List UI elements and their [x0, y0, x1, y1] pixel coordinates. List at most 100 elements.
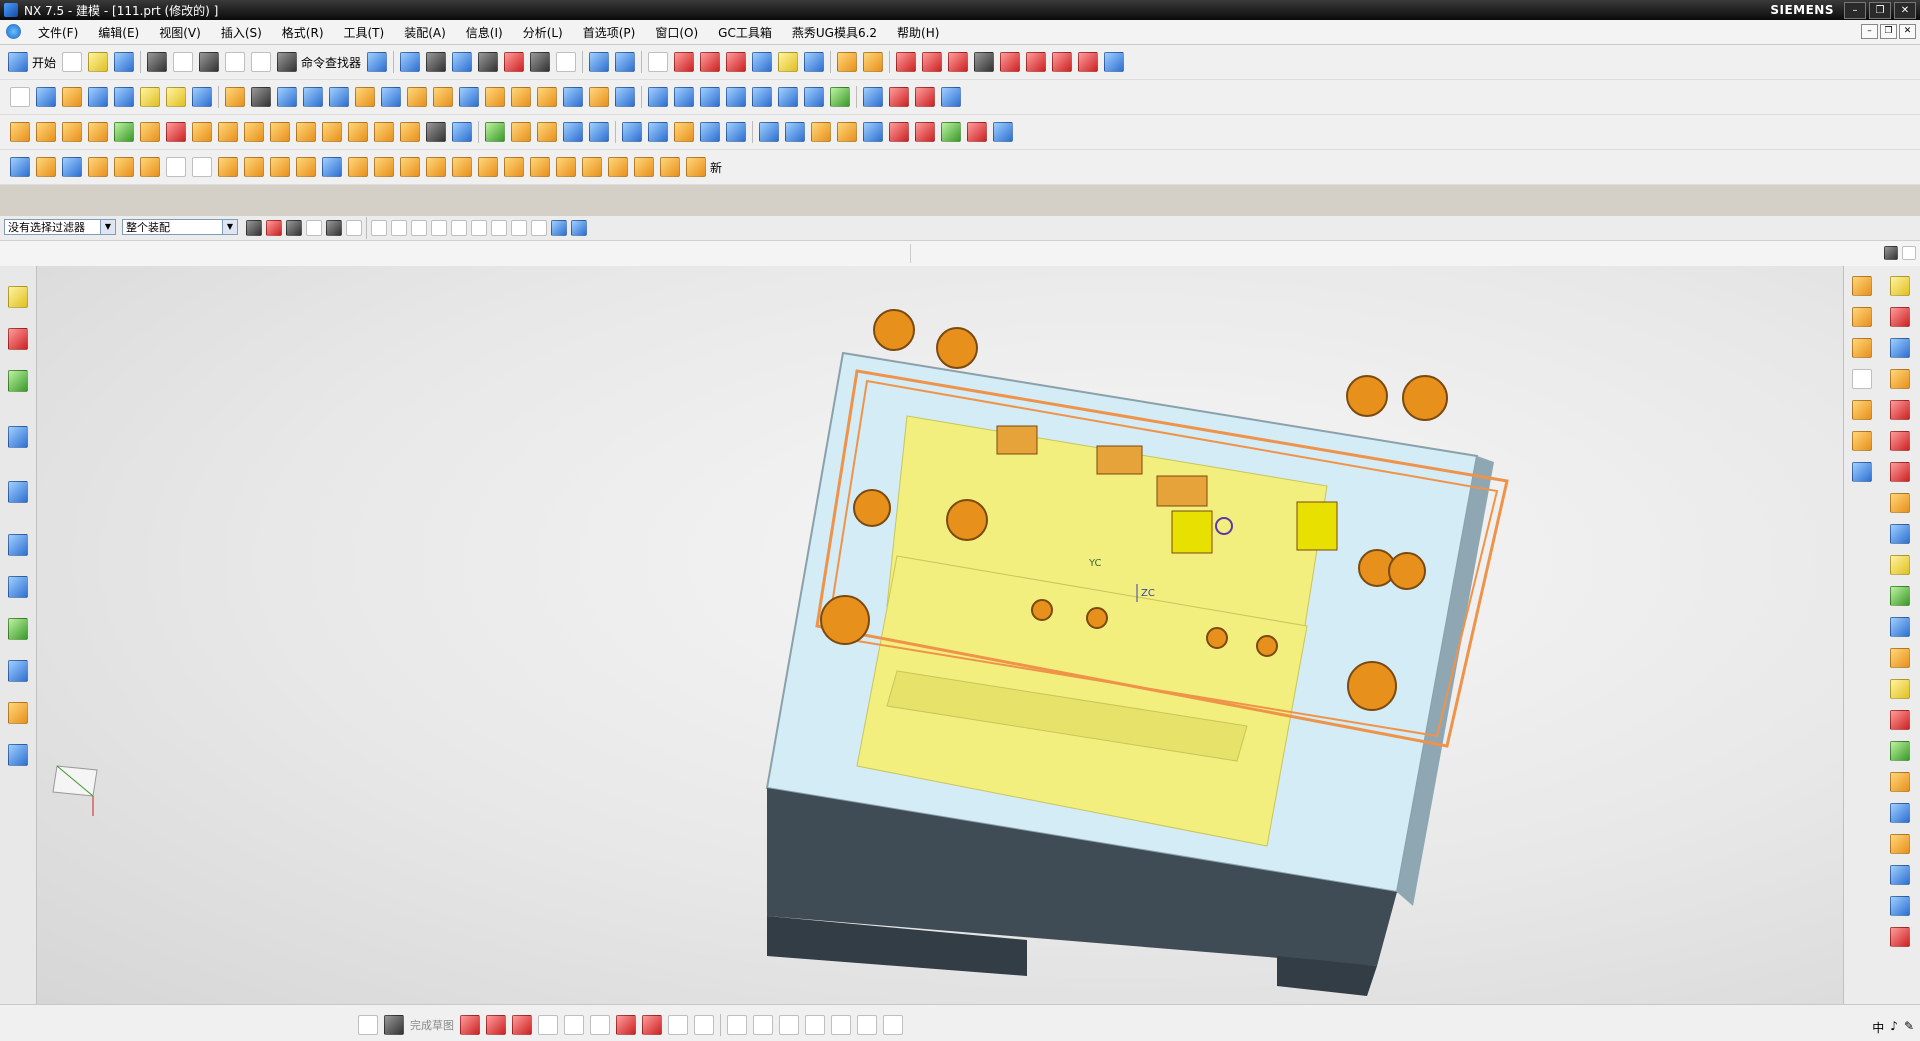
yx-bom-icon[interactable] [660, 157, 680, 177]
text-icon[interactable] [974, 52, 995, 72]
rb-palette-7-icon[interactable] [1890, 462, 1910, 482]
cooling-icon[interactable] [426, 122, 446, 142]
command-finder-button[interactable]: 命令查找器 [301, 54, 361, 71]
rb-palette-10-icon[interactable] [1890, 555, 1910, 575]
sketch-icon[interactable] [10, 87, 30, 107]
measure-angle-icon[interactable] [863, 52, 884, 72]
paste-icon[interactable] [199, 52, 220, 72]
runner-icon[interactable] [400, 122, 420, 142]
unite-icon[interactable] [355, 87, 375, 107]
yx-drawing-icon[interactable] [634, 157, 654, 177]
type-filter-dropdown[interactable]: 没有选择过滤器 ▼ [4, 219, 116, 235]
menu-edit[interactable]: 编辑(E) [88, 24, 149, 41]
mold-misc-icon[interactable] [700, 122, 720, 142]
rb-palette-8-icon[interactable] [1890, 493, 1910, 513]
view-manager-icon[interactable] [622, 122, 642, 142]
background-icon[interactable] [556, 52, 577, 72]
point-on-face-icon[interactable] [551, 220, 567, 236]
sketch-chamfer-icon[interactable] [590, 1015, 610, 1035]
shell-icon[interactable] [485, 87, 505, 107]
command-finder-icon[interactable] [277, 52, 298, 72]
gc-tool-4-icon[interactable] [837, 122, 857, 142]
mold-assembly-model[interactable]: YC ZC [37, 266, 1843, 1004]
control-point-icon[interactable] [431, 220, 447, 236]
rb-layout-icon[interactable] [1852, 431, 1872, 451]
menu-file[interactable]: 文件(F) [28, 24, 88, 41]
curvature-icon[interactable] [915, 87, 935, 107]
gc-tool-1-icon[interactable] [759, 122, 779, 142]
sketch-fillet-icon[interactable] [564, 1015, 584, 1035]
rb-palette-6-icon[interactable] [1890, 431, 1910, 451]
rb-mold-wizard-icon[interactable] [1852, 276, 1872, 296]
rb-palette-17-icon[interactable] [1890, 772, 1910, 792]
deviation-icon[interactable] [889, 87, 909, 107]
mirror-feature-icon[interactable] [589, 87, 609, 107]
selection-scope-dropdown[interactable]: 整个装配 ▼ [122, 219, 238, 235]
spline-icon[interactable] [948, 52, 969, 72]
shrinkage-icon[interactable] [62, 122, 82, 142]
yx-split-icon[interactable] [36, 157, 56, 177]
menu-analysis[interactable]: 分析(L) [513, 24, 573, 41]
resource-bar-pin-icon[interactable] [1884, 246, 1898, 260]
pocket-icon[interactable] [251, 87, 271, 107]
rb-palette-20-icon[interactable] [1890, 865, 1910, 885]
constraint-navigator-icon[interactable] [8, 328, 28, 350]
slot-icon[interactable] [303, 87, 323, 107]
menu-yanxiu-mold[interactable]: 燕秀UG模具6.2 [782, 24, 887, 41]
sketch-rectangle-icon[interactable] [616, 1015, 636, 1035]
snap-icon[interactable] [778, 52, 799, 72]
pattern-icon[interactable] [615, 87, 635, 107]
sphere-icon[interactable] [140, 87, 160, 107]
sketch-name-icon[interactable] [384, 1015, 404, 1035]
replace-face-icon[interactable] [726, 87, 746, 107]
delete-face-icon[interactable] [778, 87, 798, 107]
offset-region-icon[interactable] [700, 87, 720, 107]
resize-blend-icon[interactable] [752, 87, 772, 107]
datum-axis-icon[interactable] [674, 52, 695, 72]
rb-palette-12-icon[interactable] [1890, 617, 1910, 637]
sketch-arc-icon[interactable] [512, 1015, 532, 1035]
snap-point-icon[interactable] [371, 220, 387, 236]
rb-palette-19-icon[interactable] [1890, 834, 1910, 854]
sketch-trim-icon[interactable] [727, 1015, 747, 1035]
mold-base-icon[interactable] [218, 122, 238, 142]
pad-icon[interactable] [277, 87, 297, 107]
resource-bar-expand-icon[interactable] [1902, 246, 1916, 260]
project-curve-icon[interactable] [1026, 52, 1047, 72]
yx-new-button[interactable]: 新 [710, 159, 722, 176]
profile-icon[interactable] [460, 1015, 480, 1035]
save-icon[interactable] [114, 52, 135, 72]
chamfer-icon[interactable] [459, 87, 479, 107]
intersection-curve-icon[interactable] [1052, 52, 1073, 72]
gc-tool-6-icon[interactable] [889, 122, 909, 142]
sketch-point-icon[interactable] [668, 1015, 688, 1035]
curve-misc-icon[interactable] [1104, 52, 1125, 72]
bounded-grid-icon[interactable] [571, 220, 587, 236]
menu-insert[interactable]: 插入(S) [211, 24, 272, 41]
menu-window[interactable]: 窗口(O) [645, 24, 708, 41]
rb-palette-15-icon[interactable] [1890, 710, 1910, 730]
yx-pocket-icon[interactable] [608, 157, 628, 177]
mold-check-icon[interactable] [674, 122, 694, 142]
yx-screw-icon[interactable] [426, 157, 446, 177]
sketch-studio-spline-icon[interactable] [642, 1015, 662, 1035]
rb-palette-2-icon[interactable] [1890, 307, 1910, 327]
sketch-offset-icon[interactable] [805, 1015, 825, 1035]
yx-lifter-icon[interactable] [296, 157, 316, 177]
yx-bush-icon[interactable] [114, 157, 134, 177]
process-studio-icon[interactable] [8, 618, 28, 640]
section-view-icon[interactable] [589, 52, 610, 72]
doc-close-button[interactable]: ✕ [1899, 24, 1916, 39]
close-button[interactable]: ✕ [1894, 2, 1916, 19]
reuse-library-icon[interactable] [8, 426, 28, 448]
yx-base-icon[interactable] [10, 157, 30, 177]
yx-block-icon[interactable] [192, 157, 212, 177]
yx-support-icon[interactable] [374, 157, 394, 177]
part-navigator-icon[interactable] [8, 370, 28, 392]
end-point-icon[interactable] [391, 220, 407, 236]
arc-center-icon[interactable] [471, 220, 487, 236]
intersect-icon[interactable] [407, 87, 427, 107]
sketch-extend-icon[interactable] [753, 1015, 773, 1035]
lasso-select-icon[interactable] [306, 220, 322, 236]
groove-icon[interactable] [329, 87, 349, 107]
